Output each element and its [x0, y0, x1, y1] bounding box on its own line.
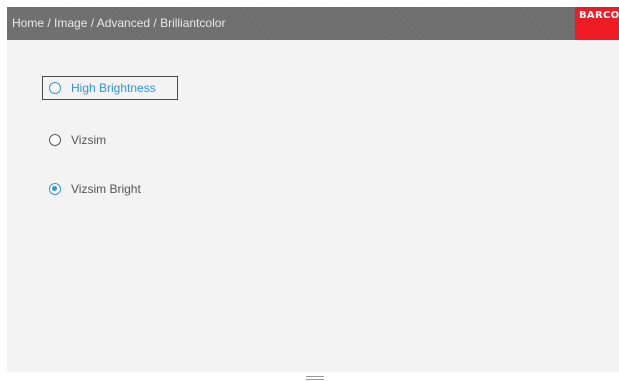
option-label: High Brightness: [71, 81, 156, 95]
header-bar: Home / Image / Advanced / Brilliantcolor…: [7, 7, 619, 40]
option-high-brightness[interactable]: High Brightness: [42, 76, 178, 100]
content-panel: Home / Image / Advanced / Brilliantcolor…: [7, 7, 619, 372]
option-vizsim-bright[interactable]: Vizsim Bright: [42, 177, 178, 201]
radio-unchecked-icon[interactable]: [49, 82, 61, 94]
breadcrumb: Home / Image / Advanced / Brilliantcolor: [12, 16, 226, 30]
radio-unchecked-icon[interactable]: [49, 134, 61, 146]
option-label: Vizsim Bright: [71, 182, 141, 196]
option-vizsim[interactable]: Vizsim: [42, 128, 178, 152]
logo-text: BARCO: [579, 10, 619, 21]
radio-checked-icon[interactable]: [49, 183, 61, 195]
barco-logo: BARCO: [575, 7, 619, 40]
drag-handle-icon[interactable]: [306, 376, 324, 380]
option-label: Vizsim: [71, 133, 107, 147]
